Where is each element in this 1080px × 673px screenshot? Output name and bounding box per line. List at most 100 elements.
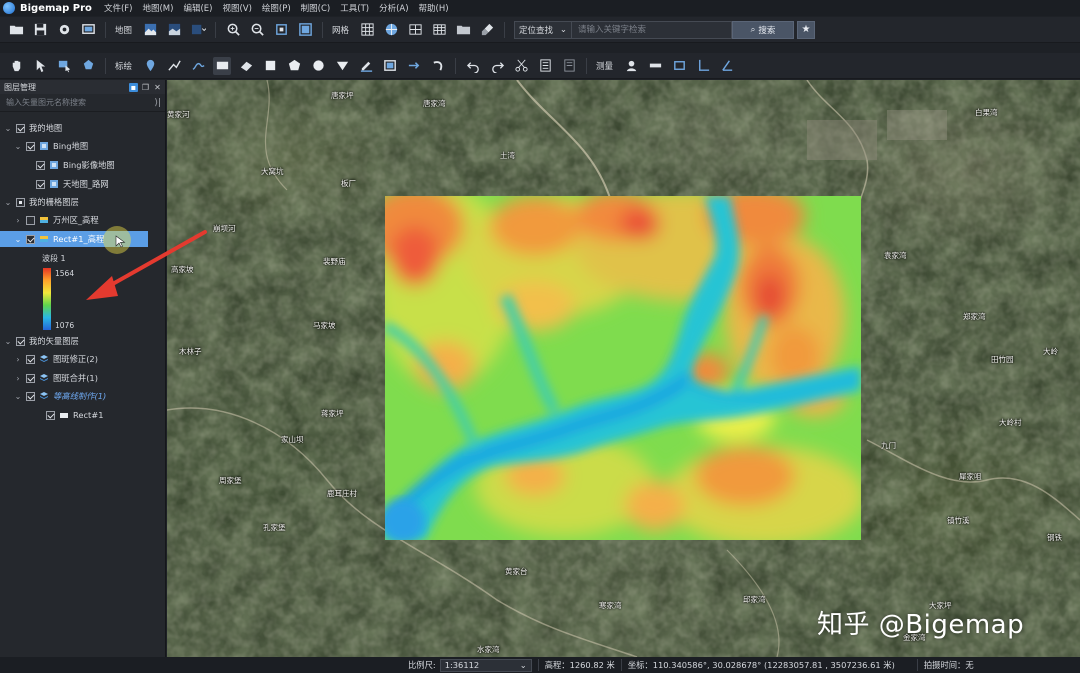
tree-item-contour-generation[interactable]: ⌄ 等高线制作(1)	[0, 388, 166, 404]
menu-tools[interactable]: 工具(T)	[340, 2, 369, 14]
close-icon[interactable]: ✕	[153, 83, 162, 92]
map-source-icon[interactable]	[141, 21, 159, 39]
select-arrow-icon[interactable]	[31, 57, 49, 75]
scale-select[interactable]: 1:36112 ⌄	[439, 658, 532, 672]
tree-item-my-raster-layers[interactable]: ⌄ 我的栅格图层	[0, 194, 166, 210]
tree-item-patch-correction[interactable]: › 图斑修正(2)	[0, 351, 166, 367]
layer-checkbox[interactable]	[16, 197, 25, 207]
layer-checkbox[interactable]	[26, 234, 35, 244]
menu-file[interactable]: 文件(F)	[104, 2, 133, 14]
search-button[interactable]: ⌕ 搜索	[732, 20, 795, 39]
undo-icon[interactable]	[464, 57, 482, 75]
measure-point-icon[interactable]	[622, 57, 640, 75]
document-icon[interactable]	[536, 57, 554, 75]
menu-draw[interactable]: 绘图(P)	[262, 2, 291, 14]
tree-item-patch-merge[interactable]: › 图斑合并(1)	[0, 370, 166, 386]
search-input[interactable]	[572, 20, 733, 39]
favorite-star-icon[interactable]: ★	[797, 20, 816, 39]
grid-icon[interactable]	[358, 21, 376, 39]
folder-icon[interactable]	[454, 21, 472, 39]
settings-gear-icon[interactable]	[55, 21, 73, 39]
menu-map[interactable]: 地图(M)	[142, 2, 173, 14]
tree-item-wanzhou-elevation[interactable]: › 万州区_高程	[0, 212, 166, 228]
rectangle-draw-icon[interactable]	[213, 56, 232, 75]
chevron-down-icon[interactable]: ⌄	[4, 198, 12, 207]
table-grid-icon[interactable]	[430, 21, 448, 39]
layer-checkbox[interactable]	[36, 160, 45, 170]
search-mode-select[interactable]: 定位查找 ⌄	[514, 20, 573, 39]
layer-search-input[interactable]	[6, 98, 146, 107]
square-draw-icon[interactable]	[261, 57, 279, 75]
tree-item-bing-map[interactable]: ⌄ Bing地图	[0, 138, 166, 154]
arrow-draw-icon[interactable]	[405, 57, 423, 75]
menu-cartography[interactable]: 制图(C)	[301, 2, 331, 14]
layer-checkbox[interactable]	[26, 354, 35, 364]
clear-brush-icon[interactable]	[478, 21, 496, 39]
zoom-in-icon[interactable]	[224, 21, 242, 39]
eraser-icon[interactable]	[237, 57, 255, 75]
layer-checkbox[interactable]	[46, 410, 55, 420]
zoom-extent-icon[interactable]	[272, 21, 290, 39]
scissors-icon[interactable]	[512, 57, 530, 75]
tree-item-my-maps[interactable]: ⌄ 我的地图	[0, 120, 166, 136]
map-layer-icon[interactable]	[165, 21, 183, 39]
chevron-down-icon[interactable]: ⌄	[4, 337, 12, 346]
pentagon-draw-icon[interactable]	[285, 57, 303, 75]
map-canvas[interactable]: 唐家坪 唐家湾 黄家河 土湾 大窝坑 板厂 崩坝河 裴野庙 高家坡 马家坡 木林…	[167, 80, 1080, 657]
pin-icon[interactable]: ▪	[129, 82, 138, 92]
chevron-right-icon[interactable]: ›	[14, 374, 22, 383]
menu-analysis[interactable]: 分析(A)	[379, 2, 408, 14]
line-style-icon[interactable]	[357, 57, 375, 75]
layer-checkbox[interactable]	[26, 373, 35, 383]
menu-view[interactable]: 视图(V)	[222, 2, 251, 14]
chevron-down-icon[interactable]: ⌄	[14, 142, 22, 151]
menu-help[interactable]: 帮助(H)	[419, 2, 449, 14]
collapse-panel-icon[interactable]: ⟩|	[154, 98, 161, 108]
freehand-line-icon[interactable]	[189, 57, 207, 75]
marker-pin-icon[interactable]	[141, 57, 159, 75]
polyline-icon[interactable]	[165, 57, 183, 75]
circle-draw-icon[interactable]	[309, 57, 327, 75]
globe-icon[interactable]	[382, 21, 400, 39]
map-overlay-dropdown-icon[interactable]	[189, 21, 207, 39]
tree-item-rect1-elevation[interactable]: ⌄ Rect#1_高程	[0, 231, 148, 247]
layer-checkbox[interactable]	[26, 391, 35, 401]
float-window-icon[interactable]: ❐	[141, 83, 150, 92]
tree-item-rect1[interactable]: Rect#1	[0, 407, 166, 423]
menu-edit[interactable]: 编辑(E)	[183, 2, 212, 14]
tree-item-bing-imagery[interactable]: Bing影像地图	[0, 157, 166, 173]
pan-hand-icon[interactable]	[7, 57, 25, 75]
save-icon[interactable]	[31, 21, 49, 39]
chevron-right-icon[interactable]: ›	[14, 216, 22, 225]
curved-arrow-icon[interactable]	[429, 57, 447, 75]
toolbar-divider	[215, 21, 217, 38]
properties-icon[interactable]	[560, 57, 578, 75]
chevron-down-icon[interactable]: ⌄	[14, 392, 22, 401]
layer-checkbox[interactable]	[16, 336, 25, 346]
chevron-right-icon[interactable]: ›	[14, 355, 22, 364]
chevron-down-icon[interactable]: ⌄	[14, 235, 22, 244]
frame-icon[interactable]	[381, 57, 399, 75]
select-polygon-icon[interactable]	[79, 57, 97, 75]
tree-item-my-vector-layers[interactable]: ⌄ 我的矢量图层	[0, 333, 166, 349]
tree-item-label: Bing影像地图	[63, 160, 115, 170]
screen-icon[interactable]	[79, 21, 97, 39]
open-folder-icon[interactable]	[7, 21, 25, 39]
measure-azimuth-icon[interactable]	[718, 57, 736, 75]
tree-item-tianditu-roads[interactable]: 天地图_路网	[0, 176, 166, 192]
redo-icon[interactable]	[488, 57, 506, 75]
chevron-down-icon[interactable]: ⌄	[4, 124, 12, 133]
layer-checkbox[interactable]	[26, 141, 35, 151]
tile-grid-icon[interactable]	[406, 21, 424, 39]
measure-distance-icon[interactable]	[646, 57, 664, 75]
select-box-icon[interactable]	[55, 57, 73, 75]
measure-area-icon[interactable]	[670, 57, 688, 75]
measure-angle-icon[interactable]	[694, 57, 712, 75]
layer-checkbox[interactable]	[36, 179, 45, 189]
full-extent-icon[interactable]	[296, 21, 314, 39]
layer-checkbox[interactable]	[26, 215, 35, 225]
tree-item-label: Rect#1	[73, 410, 104, 420]
zoom-out-icon[interactable]	[248, 21, 266, 39]
fill-shape-icon[interactable]	[333, 57, 351, 75]
layer-checkbox[interactable]	[16, 123, 25, 133]
